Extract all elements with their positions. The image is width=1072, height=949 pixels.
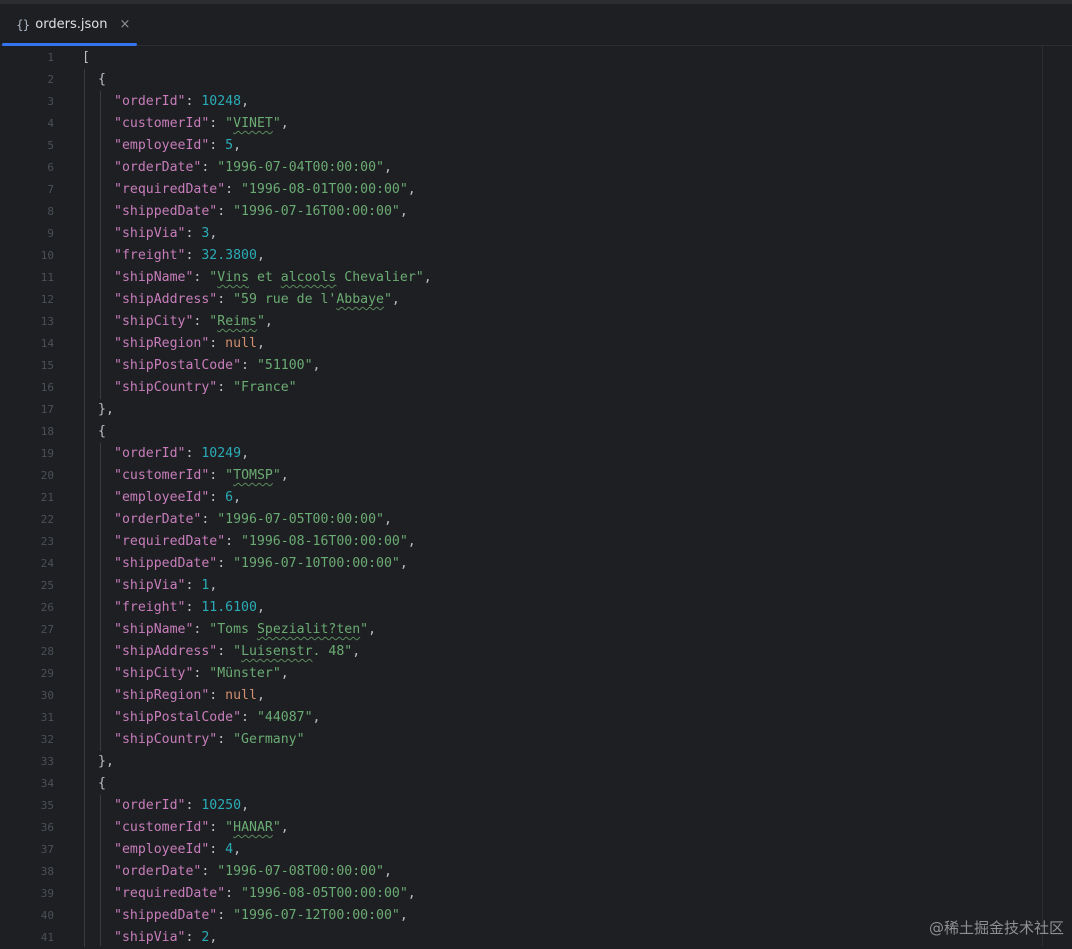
line-number: 6 bbox=[47, 161, 54, 174]
code-line-shippostalcode: "shipPostalCode": "51100", bbox=[114, 358, 321, 373]
line-number: 15 bbox=[40, 359, 54, 372]
code-line-requireddate: "requiredDate": "1996-08-01T00:00:00", bbox=[114, 182, 416, 197]
code-line-close-object: }, bbox=[98, 402, 114, 417]
line-number: 27 bbox=[40, 623, 54, 636]
code-line-orderdate: "orderDate": "1996-07-05T00:00:00", bbox=[114, 512, 392, 527]
indent-guide bbox=[100, 443, 101, 751]
tab-title: orders.json bbox=[35, 17, 108, 32]
line-number: 16 bbox=[40, 381, 54, 394]
line-number: 1 bbox=[47, 51, 54, 64]
line-number: 8 bbox=[47, 205, 54, 218]
code-line-shipregion: "shipRegion": null, bbox=[114, 688, 265, 703]
line-number: 36 bbox=[40, 821, 54, 834]
code-line-customerid: "customerId": "TOMSP", bbox=[114, 468, 289, 483]
line-number: 19 bbox=[40, 447, 54, 460]
line-number: 10 bbox=[40, 249, 54, 262]
line-number: 23 bbox=[40, 535, 54, 548]
code-line-shipname: "shipName": "Toms Spezialit?ten", bbox=[114, 622, 377, 637]
code-area[interactable]: [ { "orderId": 10248, "customerId": "VINET"… bbox=[82, 46, 1032, 947]
line-number: 13 bbox=[40, 315, 54, 328]
code-line-shipcountry: "shipCountry": "Germany" bbox=[114, 732, 305, 747]
code-line-open-object: { bbox=[98, 72, 106, 87]
line-number: 34 bbox=[40, 777, 54, 790]
line-number: 9 bbox=[47, 227, 54, 240]
editor-tab-bar: {} orders.json × bbox=[0, 0, 1072, 46]
code-line-employeeid: "employeeId": 6, bbox=[114, 490, 242, 505]
line-number: 32 bbox=[40, 733, 54, 746]
code-line-shippeddate: "shippedDate": "1996-07-10T00:00:00", bbox=[114, 556, 408, 571]
indent-guide bbox=[84, 69, 85, 947]
code-line-freight: "freight": 11.6100, bbox=[114, 600, 265, 615]
code-line-open-object: { bbox=[98, 424, 106, 439]
code-line-shipvia: "shipVia": 1, bbox=[114, 578, 218, 593]
line-number-gutter: 1 2 3 4 5 6 7 8 9 10 11 12 13 14 15 16 17 18 19 20 21 22 23 24 2… bbox=[0, 46, 64, 946]
line-number: 22 bbox=[40, 513, 54, 526]
code-line-customerid: "customerId": "VINET", bbox=[114, 116, 289, 131]
line-number: 33 bbox=[40, 755, 54, 768]
line-number: 4 bbox=[47, 117, 54, 130]
line-number: 11 bbox=[40, 271, 54, 284]
code-line-employeeid: "employeeId": 5, bbox=[114, 138, 242, 153]
code-line-customerid: "customerId": "HANAR", bbox=[114, 820, 289, 835]
code-line-orderdate: "orderDate": "1996-07-04T00:00:00", bbox=[114, 160, 392, 175]
code-line-shipcity: "shipCity": "Reims", bbox=[114, 314, 273, 329]
line-number: 5 bbox=[47, 139, 54, 152]
code-line-employeeid: "employeeId": 4, bbox=[114, 842, 242, 857]
code-line-shipaddress: "shipAddress": "59 rue de l'Abbaye", bbox=[114, 292, 400, 307]
code-line-shippostalcode: "shipPostalCode": "44087", bbox=[114, 710, 321, 725]
line-number: 25 bbox=[40, 579, 54, 592]
line-number: 14 bbox=[40, 337, 54, 350]
indent-guide bbox=[100, 91, 101, 399]
line-number: 35 bbox=[40, 799, 54, 812]
line-number: 24 bbox=[40, 557, 54, 570]
line-number: 18 bbox=[40, 425, 54, 438]
line-number: 29 bbox=[40, 667, 54, 680]
indent-guide bbox=[100, 795, 101, 946]
code-line-shippeddate: "shippedDate": "1996-07-12T00:00:00", bbox=[114, 908, 408, 923]
code-line-freight: "freight": 32.3800, bbox=[114, 248, 265, 263]
line-number: 3 bbox=[47, 95, 54, 108]
code-line-requireddate: "requiredDate": "1996-08-16T00:00:00", bbox=[114, 534, 416, 549]
line-number: 37 bbox=[40, 843, 54, 856]
line-number: 31 bbox=[40, 711, 54, 724]
code-line-open-object: { bbox=[98, 776, 106, 791]
line-number: 39 bbox=[40, 887, 54, 900]
code-line-orderid: "orderId": 10248, bbox=[114, 94, 250, 109]
line-number: 17 bbox=[40, 403, 54, 416]
code-line-orderid: "orderId": 10249, bbox=[114, 446, 250, 461]
line-number: 30 bbox=[40, 689, 54, 702]
line-number: 26 bbox=[40, 601, 54, 614]
code-line-shipcountry: "shipCountry": "France" bbox=[114, 380, 297, 395]
line-number: 21 bbox=[40, 491, 54, 504]
line-number: 40 bbox=[40, 909, 54, 922]
code-line-requireddate: "requiredDate": "1996-08-05T00:00:00", bbox=[114, 886, 416, 901]
code-line-shipcity: "shipCity": "Münster", bbox=[114, 666, 289, 681]
code-editor[interactable]: 1 2 3 4 5 6 7 8 9 10 11 12 13 14 15 16 17 18 19 20 21 22 23 24 2… bbox=[0, 46, 1072, 947]
code-line-close-object: }, bbox=[98, 754, 114, 769]
code-line-open-array: [ bbox=[82, 50, 90, 65]
code-line-shipname: "shipName": "Vins et alcools Chevalier", bbox=[114, 270, 432, 285]
code-line-shipaddress: "shipAddress": "Luisenstr. 48", bbox=[114, 644, 361, 659]
right-margin-guide bbox=[1042, 46, 1043, 946]
code-line-orderdate: "orderDate": "1996-07-08T00:00:00", bbox=[114, 864, 392, 879]
line-number: 7 bbox=[47, 183, 54, 196]
watermark: @稀土掘金技术社区 bbox=[928, 919, 1064, 937]
code-line-shippeddate: "shippedDate": "1996-07-16T00:00:00", bbox=[114, 204, 408, 219]
line-number: 12 bbox=[40, 293, 54, 306]
line-number: 38 bbox=[40, 865, 54, 878]
tab-orders-json[interactable]: {} orders.json × bbox=[2, 4, 137, 46]
line-number: 20 bbox=[40, 469, 54, 482]
line-number: 2 bbox=[47, 73, 54, 86]
code-line-shipregion: "shipRegion": null, bbox=[114, 336, 265, 351]
code-line-orderid: "orderId": 10250, bbox=[114, 798, 250, 813]
close-icon[interactable]: × bbox=[119, 17, 130, 32]
code-line-shipvia: "shipVia": 3, bbox=[114, 226, 218, 241]
json-file-icon: {} bbox=[16, 17, 30, 32]
line-number: 28 bbox=[40, 645, 54, 658]
